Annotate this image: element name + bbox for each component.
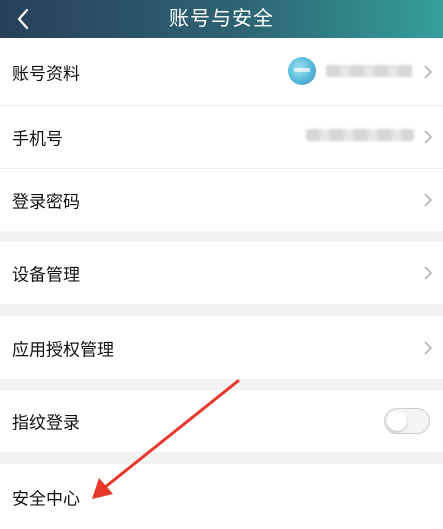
device-management-row[interactable]: 设备管理 (0, 242, 443, 304)
chevron-right-icon (424, 340, 433, 355)
account-profile-label: 账号资料 (12, 64, 80, 84)
security-center-label: 安全中心 (12, 489, 80, 510)
chevron-right-icon (424, 193, 433, 207)
fingerprint-toggle[interactable] (384, 408, 430, 434)
fingerprint-login-label: 指纹登录 (12, 413, 80, 434)
app-authorization-label: 应用授权管理 (12, 340, 114, 360)
chevron-right-icon (424, 266, 433, 280)
blurred-phone-number (306, 129, 414, 141)
fingerprint-login-row: 指纹登录 (0, 390, 443, 452)
blurred-nickname (326, 65, 412, 77)
app-authorization-row[interactable]: 应用授权管理 (0, 316, 443, 379)
login-password-row[interactable]: 登录密码 (0, 169, 443, 231)
page-title: 账号与安全 (169, 6, 274, 30)
device-management-label: 设备管理 (12, 265, 80, 286)
chevron-right-icon (424, 130, 433, 144)
login-password-label: 登录密码 (12, 192, 80, 213)
toggle-knob (387, 411, 407, 431)
phone-label: 手机号 (12, 129, 63, 150)
chevron-right-icon (424, 64, 433, 79)
avatar (288, 57, 316, 85)
header-bar: 账号与安全 (0, 0, 443, 38)
security-center-row[interactable]: 安全中心 (0, 464, 443, 529)
